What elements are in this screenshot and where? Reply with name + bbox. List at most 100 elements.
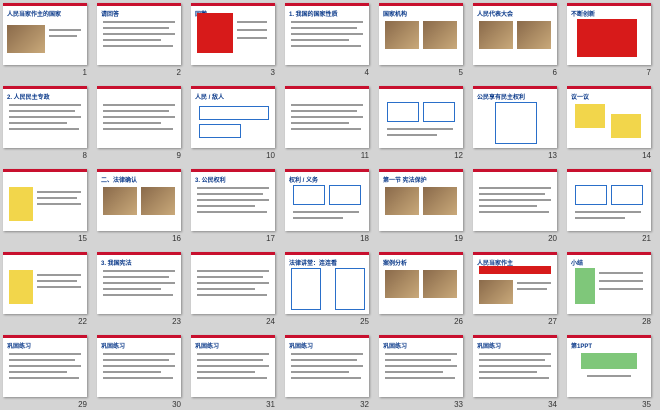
text-line [197,294,267,296]
text-line [385,377,455,379]
slide-top-bar [285,86,369,89]
slide-number: 33 [454,400,463,409]
slide-number: 3 [270,68,275,77]
cartoon-figure [9,270,33,304]
slide-top-bar [567,86,651,89]
text-line [479,353,551,355]
slide-title: 巩固练习 [477,344,502,350]
slide-number: 34 [548,400,557,409]
slide-thumbnail[interactable] [3,169,87,231]
slide-number: 15 [78,234,87,243]
tree-node [575,268,595,304]
slide-thumbnail[interactable]: 权利 / 义务 [285,169,369,231]
slide-thumbnail[interactable]: 国徽 [191,3,275,65]
slide-thumbnail[interactable]: 人民 / 敌人 [191,86,275,148]
slide-thumbnail[interactable]: 巩固练习 [379,335,463,397]
text-line [9,122,67,124]
slide-thumbnail[interactable]: 法律讲堂：连连看 [285,252,369,314]
slide-thumbnail[interactable]: 第一节 宪法保护 [379,169,463,231]
text-line [291,116,363,118]
text-line [103,128,173,130]
slide-thumbnail[interactable] [3,252,87,314]
slide-title: 人民代表大会 [477,12,514,18]
slide-top-bar [379,3,463,6]
slide-thumbnail[interactable]: 人民当家作主的国家 [3,3,87,65]
slide-thumbnail[interactable] [191,252,275,314]
slide-thumbnail[interactable] [567,169,651,231]
map-shape [577,19,637,57]
slide-top-bar [567,169,651,172]
slide-thumbnail[interactable]: 巩固练习 [285,335,369,397]
slide-number: 5 [458,68,463,77]
slide-thumbnail[interactable] [97,86,181,148]
slide-top-bar [379,86,463,89]
content-box [611,185,643,205]
text-line [291,21,363,23]
slide-thumbnail[interactable] [285,86,369,148]
slide-thumbnail[interactable]: 巩固练习 [97,335,181,397]
text-line [291,27,357,29]
slide-thumbnail[interactable]: 3. 我国宪法 [97,252,181,314]
speech-bubble [611,114,641,138]
slide-thumbnail[interactable]: 小结 [567,252,651,314]
slide-thumbnail[interactable]: 国家机构 [379,3,463,65]
text-line [385,353,457,355]
text-line [9,377,79,379]
text-line [103,288,161,290]
slide-thumbnail[interactable]: 1. 我国的国家性质 [285,3,369,65]
text-line [103,294,173,296]
slide-thumbnail[interactable]: 请回答 [97,3,181,65]
text-line [197,359,263,361]
text-line [599,272,643,274]
slide-title: 请回答 [101,12,120,18]
slide-thumbnail[interactable]: 第1PPT [567,335,651,397]
slide-thumbnail[interactable]: 巩固练习 [191,335,275,397]
text-line [237,21,267,23]
text-line [479,199,551,201]
slide-thumbnail[interactable]: 人民代表大会 [473,3,557,65]
slide-title: 议一议 [571,95,590,101]
text-line [197,199,269,201]
text-line [37,197,77,199]
slide-number: 28 [642,317,651,326]
text-line [103,282,175,284]
text-line [237,37,267,39]
slide-title: 案例分析 [383,261,408,267]
slide-top-bar [473,86,557,89]
slide-number: 20 [548,234,557,243]
slide-thumbnail[interactable]: 公民享有民主权利 [473,86,557,148]
slide-thumbnail[interactable]: 案例分析 [379,252,463,314]
slide-number: 18 [360,234,369,243]
text-line [291,365,363,367]
content-box [293,185,325,205]
slide-thumbnail[interactable] [473,169,557,231]
slide-top-bar [567,3,651,6]
slide-thumbnail[interactable]: 议一议 [567,86,651,148]
text-line [103,110,169,112]
text-line [291,104,363,106]
slide-thumbnail[interactable]: 二、法律确认 [97,169,181,231]
slide-thumbnail[interactable]: 2. 人民民主专政 [3,86,87,148]
text-line [197,282,269,284]
slide-thumbnail[interactable]: 3. 公民权利 [191,169,275,231]
slide-thumbnail[interactable]: 巩固练习 [3,335,87,397]
slide-photo [423,187,457,215]
text-line [9,104,81,106]
text-line [291,371,349,373]
slide-thumbnail[interactable]: 人民当家作主 [473,252,557,314]
text-line [9,365,81,367]
text-line [37,191,81,193]
slide-thumbnail[interactable] [379,86,463,148]
text-line [479,187,551,189]
slide-thumbnail[interactable]: 巩固练习 [473,335,557,397]
slide-top-bar [97,86,181,89]
slide-title: 二、法律确认 [101,178,138,184]
text-line [197,288,255,290]
slide-title: 人民当家作主的国家 [7,12,62,18]
text-line [103,365,175,367]
slide-title: 巩固练习 [7,344,32,350]
text-line [103,359,169,361]
text-line [575,211,641,213]
slide-thumbnail[interactable]: 不断创新 [567,3,651,65]
slide-top-bar [97,3,181,6]
